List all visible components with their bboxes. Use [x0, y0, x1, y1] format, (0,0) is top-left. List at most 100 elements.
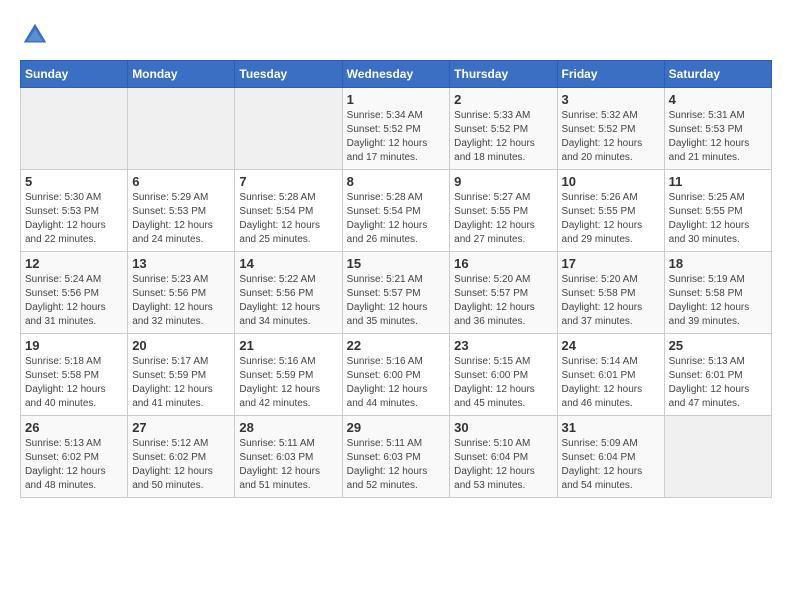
day-info: Sunrise: 5:20 AM Sunset: 5:58 PM Dayligh…	[562, 273, 660, 329]
calendar-week-row: 1 Sunrise: 5:34 AM Sunset: 5:52 PM Daylig…	[21, 88, 772, 170]
calendar-cell: 21 Sunrise: 5:16 AM Sunset: 5:59 PM Dayli…	[235, 334, 342, 416]
calendar-cell: 17 Sunrise: 5:20 AM Sunset: 5:58 PM Dayli…	[557, 252, 664, 334]
day-info: Sunrise: 5:18 AM Sunset: 5:58 PM Dayligh…	[25, 355, 123, 411]
day-info: Sunrise: 5:13 AM Sunset: 6:01 PM Dayligh…	[669, 355, 767, 411]
weekday-header-sunday: Sunday	[21, 61, 128, 88]
weekday-header-saturday: Saturday	[664, 61, 771, 88]
day-info: Sunrise: 5:28 AM Sunset: 5:54 PM Dayligh…	[239, 191, 337, 247]
calendar-cell	[235, 88, 342, 170]
day-info: Sunrise: 5:16 AM Sunset: 6:00 PM Dayligh…	[347, 355, 446, 411]
day-number: 27	[132, 420, 230, 435]
day-number: 7	[239, 174, 337, 189]
day-info: Sunrise: 5:15 AM Sunset: 6:00 PM Dayligh…	[454, 355, 552, 411]
calendar-week-row: 5 Sunrise: 5:30 AM Sunset: 5:53 PM Daylig…	[21, 170, 772, 252]
calendar-cell: 2 Sunrise: 5:33 AM Sunset: 5:52 PM Daylig…	[450, 88, 557, 170]
day-info: Sunrise: 5:26 AM Sunset: 5:55 PM Dayligh…	[562, 191, 660, 247]
day-number: 19	[25, 338, 123, 353]
day-number: 1	[347, 92, 446, 107]
day-number: 22	[347, 338, 446, 353]
day-info: Sunrise: 5:29 AM Sunset: 5:53 PM Dayligh…	[132, 191, 230, 247]
day-info: Sunrise: 5:19 AM Sunset: 5:58 PM Dayligh…	[669, 273, 767, 329]
day-info: Sunrise: 5:25 AM Sunset: 5:55 PM Dayligh…	[669, 191, 767, 247]
day-number: 26	[25, 420, 123, 435]
calendar-cell: 8 Sunrise: 5:28 AM Sunset: 5:54 PM Daylig…	[342, 170, 450, 252]
day-info: Sunrise: 5:20 AM Sunset: 5:57 PM Dayligh…	[454, 273, 552, 329]
day-info: Sunrise: 5:28 AM Sunset: 5:54 PM Dayligh…	[347, 191, 446, 247]
calendar-week-row: 26Sunrise: 5:13 AM Sunset: 6:02 PM Dayli…	[21, 416, 772, 498]
day-number: 4	[669, 92, 767, 107]
day-number: 23	[454, 338, 552, 353]
day-info: Sunrise: 5:22 AM Sunset: 5:56 PM Dayligh…	[239, 273, 337, 329]
calendar-cell: 9Sunrise: 5:27 AM Sunset: 5:55 PM Daylig…	[450, 170, 557, 252]
weekday-header-wednesday: Wednesday	[342, 61, 450, 88]
day-number: 2	[454, 92, 552, 107]
day-number: 6	[132, 174, 230, 189]
day-info: Sunrise: 5:31 AM Sunset: 5:53 PM Dayligh…	[669, 109, 767, 165]
calendar-cell: 30 Sunrise: 5:10 AM Sunset: 6:04 PM Dayli…	[450, 416, 557, 498]
day-info: Sunrise: 5:34 AM Sunset: 5:52 PM Dayligh…	[347, 109, 446, 165]
calendar-cell: 13Sunrise: 5:23 AM Sunset: 5:56 PM Dayli…	[128, 252, 235, 334]
day-info: Sunrise: 5:30 AM Sunset: 5:53 PM Dayligh…	[25, 191, 123, 247]
day-number: 13	[132, 256, 230, 271]
calendar-cell: 27 Sunrise: 5:12 AM Sunset: 6:02 PM Dayli…	[128, 416, 235, 498]
day-info: Sunrise: 5:33 AM Sunset: 5:52 PM Dayligh…	[454, 109, 552, 165]
page-header	[20, 20, 772, 50]
day-number: 14	[239, 256, 337, 271]
logo-icon	[20, 20, 50, 50]
day-number: 20	[132, 338, 230, 353]
day-number: 30	[454, 420, 552, 435]
calendar-cell	[21, 88, 128, 170]
day-info: Sunrise: 5:12 AM Sunset: 6:02 PM Dayligh…	[132, 437, 230, 493]
day-number: 12	[25, 256, 123, 271]
day-info: Sunrise: 5:14 AM Sunset: 6:01 PM Dayligh…	[562, 355, 660, 411]
weekday-header-row: SundayMondayTuesdayWednesdayThursdayFrid…	[21, 61, 772, 88]
calendar-week-row: 19 Sunrise: 5:18 AM Sunset: 5:58 PM Dayli…	[21, 334, 772, 416]
calendar-header: SundayMondayTuesdayWednesdayThursdayFrid…	[21, 61, 772, 88]
calendar-cell: 3 Sunrise: 5:32 AM Sunset: 5:52 PM Daylig…	[557, 88, 664, 170]
calendar-cell: 19 Sunrise: 5:18 AM Sunset: 5:58 PM Dayli…	[21, 334, 128, 416]
calendar-cell: 23 Sunrise: 5:15 AM Sunset: 6:00 PM Dayli…	[450, 334, 557, 416]
calendar-cell: 6 Sunrise: 5:29 AM Sunset: 5:53 PM Daylig…	[128, 170, 235, 252]
day-info: Sunrise: 5:11 AM Sunset: 6:03 PM Dayligh…	[347, 437, 446, 493]
day-number: 8	[347, 174, 446, 189]
calendar-cell: 7 Sunrise: 5:28 AM Sunset: 5:54 PM Daylig…	[235, 170, 342, 252]
day-number: 29	[347, 420, 446, 435]
day-number: 21	[239, 338, 337, 353]
logo	[20, 20, 54, 50]
day-number: 18	[669, 256, 767, 271]
calendar-cell	[128, 88, 235, 170]
day-number: 28	[239, 420, 337, 435]
calendar-cell: 18 Sunrise: 5:19 AM Sunset: 5:58 PM Dayli…	[664, 252, 771, 334]
day-info: Sunrise: 5:17 AM Sunset: 5:59 PM Dayligh…	[132, 355, 230, 411]
day-number: 10	[562, 174, 660, 189]
calendar-cell: 20 Sunrise: 5:17 AM Sunset: 5:59 PM Dayli…	[128, 334, 235, 416]
day-info: Sunrise: 5:16 AM Sunset: 5:59 PM Dayligh…	[239, 355, 337, 411]
day-info: Sunrise: 5:21 AM Sunset: 5:57 PM Dayligh…	[347, 273, 446, 329]
calendar-table: SundayMondayTuesdayWednesdayThursdayFrid…	[20, 60, 772, 498]
day-number: 9	[454, 174, 552, 189]
calendar-cell: 25Sunrise: 5:13 AM Sunset: 6:01 PM Dayli…	[664, 334, 771, 416]
calendar-cell: 1 Sunrise: 5:34 AM Sunset: 5:52 PM Daylig…	[342, 88, 450, 170]
day-number: 16	[454, 256, 552, 271]
day-info: Sunrise: 5:32 AM Sunset: 5:52 PM Dayligh…	[562, 109, 660, 165]
day-number: 31	[562, 420, 660, 435]
calendar-cell: 5 Sunrise: 5:30 AM Sunset: 5:53 PM Daylig…	[21, 170, 128, 252]
day-info: Sunrise: 5:10 AM Sunset: 6:04 PM Dayligh…	[454, 437, 552, 493]
weekday-header-thursday: Thursday	[450, 61, 557, 88]
day-number: 17	[562, 256, 660, 271]
calendar-week-row: 12Sunrise: 5:24 AM Sunset: 5:56 PM Dayli…	[21, 252, 772, 334]
calendar-cell: 16 Sunrise: 5:20 AM Sunset: 5:57 PM Dayli…	[450, 252, 557, 334]
calendar-cell: 24Sunrise: 5:14 AM Sunset: 6:01 PM Dayli…	[557, 334, 664, 416]
day-number: 3	[562, 92, 660, 107]
calendar-cell: 4 Sunrise: 5:31 AM Sunset: 5:53 PM Daylig…	[664, 88, 771, 170]
day-number: 5	[25, 174, 123, 189]
weekday-header-tuesday: Tuesday	[235, 61, 342, 88]
calendar-body: 1 Sunrise: 5:34 AM Sunset: 5:52 PM Daylig…	[21, 88, 772, 498]
day-number: 15	[347, 256, 446, 271]
calendar-cell: 29 Sunrise: 5:11 AM Sunset: 6:03 PM Dayli…	[342, 416, 450, 498]
weekday-header-friday: Friday	[557, 61, 664, 88]
calendar-cell: 22 Sunrise: 5:16 AM Sunset: 6:00 PM Dayli…	[342, 334, 450, 416]
calendar-cell: 11Sunrise: 5:25 AM Sunset: 5:55 PM Dayli…	[664, 170, 771, 252]
calendar-cell: 15 Sunrise: 5:21 AM Sunset: 5:57 PM Dayli…	[342, 252, 450, 334]
calendar-cell: 12Sunrise: 5:24 AM Sunset: 5:56 PM Dayli…	[21, 252, 128, 334]
